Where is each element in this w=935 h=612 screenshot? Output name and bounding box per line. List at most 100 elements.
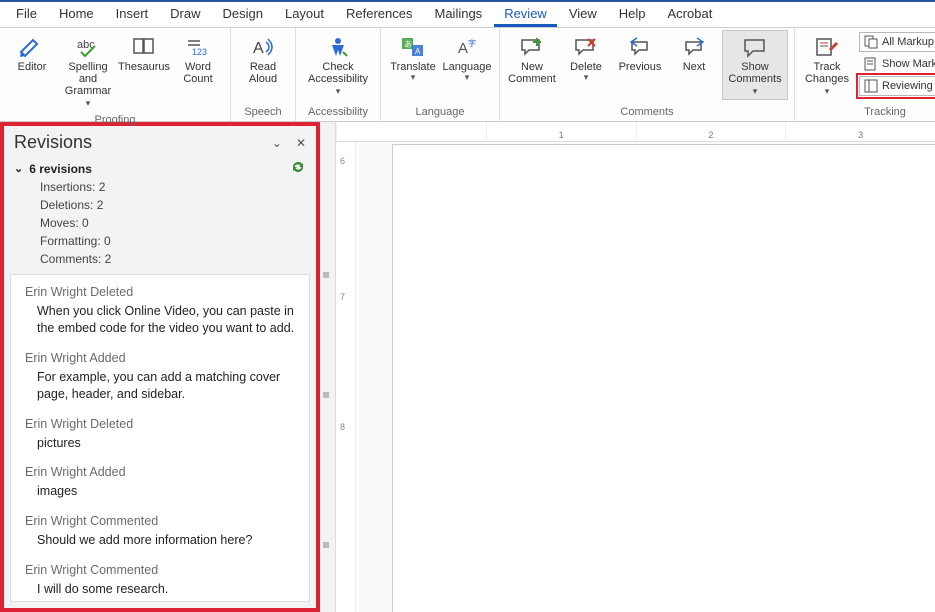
group-label-proofing: Proofing (6, 112, 224, 129)
document-area: 1 2 3 6 7 8 (320, 122, 935, 612)
stat-comments: Comments: 2 (40, 250, 306, 268)
gutter-mark (323, 542, 329, 548)
group-comments: New Comment Delete▾ Previous (500, 28, 795, 121)
new-comment-icon (518, 35, 546, 59)
svg-text:A: A (253, 40, 264, 57)
translate-button[interactable]: あA Translate▾ (387, 30, 439, 88)
reviewing-pane-button[interactable]: Reviewing Pane ▾ (859, 76, 935, 96)
tab-home[interactable]: Home (49, 2, 104, 27)
new-comment-label-1: New (521, 61, 543, 73)
summary-toggle-icon[interactable]: ⌄ (14, 162, 23, 175)
tab-file[interactable]: File (6, 2, 47, 27)
chevron-down-icon: ▾ (411, 73, 416, 82)
tab-layout[interactable]: Layout (275, 2, 334, 27)
track-changes-label-1: Track (813, 61, 840, 73)
revisions-list[interactable]: Erin Wright Deleted When you click Onlin… (10, 274, 310, 602)
language-button[interactable]: A字 Language▾ (441, 30, 493, 88)
gutter-mark (323, 272, 329, 278)
ruler-num: 1 (559, 130, 564, 140)
spelling-label-1: Spelling and (63, 61, 113, 85)
tab-view[interactable]: View (559, 2, 607, 27)
read-aloud-label-1: Read (250, 61, 276, 73)
language-icon: A字 (453, 35, 481, 59)
tab-insert[interactable]: Insert (106, 2, 159, 27)
revision-item[interactable]: Erin Wright Deleted pictures (25, 417, 295, 452)
thesaurus-button[interactable]: Thesaurus (118, 30, 170, 88)
show-markup-button[interactable]: Show Markup ▾ (859, 54, 935, 74)
horizontal-ruler[interactable]: 1 2 3 (336, 122, 935, 142)
refresh-icon[interactable] (290, 159, 306, 178)
gutter-mark (323, 392, 329, 398)
tab-acrobat[interactable]: Acrobat (658, 2, 723, 27)
word-count-icon: 123 (184, 35, 212, 59)
show-comments-label-1: Show (741, 61, 769, 73)
group-speech: A Read Aloud Speech (231, 28, 296, 121)
revision-text: For example, you can add a matching cove… (25, 369, 295, 403)
editor-button[interactable]: Editor (6, 30, 58, 88)
group-label-comments: Comments (506, 104, 788, 121)
reviewing-pane-label: Reviewing Pane (882, 80, 935, 92)
next-comment-label: Next (683, 61, 706, 73)
revision-item[interactable]: Erin Wright Commented Should we add more… (25, 514, 295, 549)
group-tracking: Track Changes ▾ All Markup ▾ Show Markup… (795, 28, 935, 121)
spelling-grammar-button[interactable]: abc Spelling and Grammar ▾ (60, 30, 116, 112)
previous-comment-label: Previous (619, 61, 662, 73)
chevron-down-icon: ▾ (825, 86, 830, 96)
tab-design[interactable]: Design (213, 2, 273, 27)
svg-text:123: 123 (192, 47, 207, 57)
next-comment-button[interactable]: Next (668, 30, 720, 88)
scroll-gutter[interactable] (320, 122, 336, 612)
previous-comment-button[interactable]: Previous (614, 30, 666, 88)
read-aloud-button[interactable]: A Read Aloud (237, 30, 289, 88)
revisions-title: Revisions (14, 132, 92, 153)
accessibility-label-1: Check (322, 61, 353, 73)
tab-references[interactable]: References (336, 2, 422, 27)
track-changes-button[interactable]: Track Changes ▾ (801, 30, 853, 100)
stat-insertions: Insertions: 2 (40, 178, 306, 196)
tab-review[interactable]: Review (494, 2, 557, 27)
delete-comment-button[interactable]: Delete▾ (560, 30, 612, 88)
group-language: あA Translate▾ A字 Language▾ Language (381, 28, 500, 121)
ruler-num: 3 (858, 130, 863, 140)
check-accessibility-button[interactable]: Check Accessibility ▾ (302, 30, 374, 100)
document-page[interactable] (392, 144, 935, 612)
vruler-num: 7 (340, 292, 345, 302)
revisions-pane: Revisions ⌄ ✕ ⌄ 6 revisions Insertions: … (0, 122, 320, 612)
collapse-pane-icon[interactable]: ⌄ (272, 136, 282, 150)
read-aloud-label-2: Aloud (249, 73, 277, 85)
accessibility-icon (324, 35, 352, 59)
group-label-tracking: Tracking (801, 104, 935, 121)
display-for-review-dropdown[interactable]: All Markup ▾ (859, 32, 935, 52)
word-count-label-1: Word (185, 61, 211, 73)
chevron-down-icon: ▾ (584, 73, 589, 82)
revisions-count: 6 revisions (29, 162, 92, 176)
translate-icon: あA (399, 35, 427, 59)
revision-item[interactable]: Erin Wright Added For example, you can a… (25, 351, 295, 403)
menu-tabstrip: File Home Insert Draw Design Layout Refe… (0, 0, 935, 28)
revision-text: When you click Online Video, you can pas… (25, 303, 295, 337)
revision-item[interactable]: Erin Wright Deleted When you click Onlin… (25, 285, 295, 337)
chevron-down-icon: ▾ (86, 98, 91, 108)
word-count-button[interactable]: 123 Word Count (172, 30, 224, 88)
close-pane-icon[interactable]: ✕ (296, 136, 306, 150)
revision-item[interactable]: Erin Wright Commented I will do some res… (25, 563, 295, 598)
show-comments-label-2: Comments (728, 73, 781, 85)
word-count-label-2: Count (183, 73, 212, 85)
vruler-num: 8 (340, 422, 345, 432)
show-comments-button[interactable]: Show Comments ▾ (722, 30, 788, 100)
ribbon: Editor abc Spelling and Grammar ▾ Thesau… (0, 28, 935, 122)
spelling-icon: abc (74, 35, 102, 59)
revision-text: pictures (25, 435, 295, 452)
markup-icon (864, 35, 878, 49)
revision-item[interactable]: Erin Wright Added images (25, 465, 295, 500)
track-changes-label-2: Changes (805, 73, 849, 85)
tab-help[interactable]: Help (609, 2, 656, 27)
group-label-speech: Speech (237, 104, 289, 121)
svg-text:あ: あ (404, 40, 412, 49)
new-comment-button[interactable]: New Comment (506, 30, 558, 88)
tab-draw[interactable]: Draw (160, 2, 210, 27)
vertical-ruler[interactable]: 6 7 8 (336, 142, 356, 612)
tab-mailings[interactable]: Mailings (425, 2, 493, 27)
revision-meta: Erin Wright Deleted (25, 417, 295, 431)
show-markup-label: Show Markup (882, 58, 935, 70)
